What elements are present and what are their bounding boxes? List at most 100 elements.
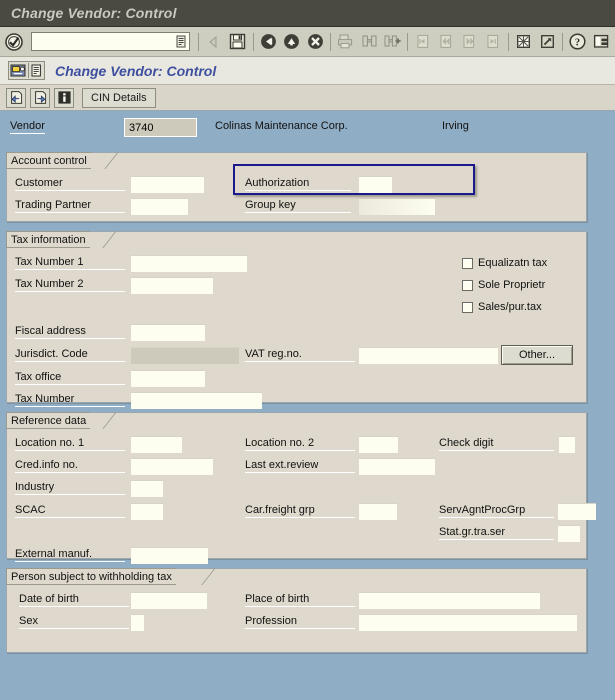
equalizatn-tax-label: Equalizatn tax	[478, 257, 548, 269]
external-manuf-label: External manuf.	[15, 548, 125, 562]
sales-pur-tax-label: Sales/pur.tax	[478, 301, 542, 313]
fiscal-address-field[interactable]	[131, 324, 205, 341]
enter-check-icon[interactable]	[3, 31, 24, 53]
new-session-icon[interactable]	[513, 31, 534, 53]
command-field[interactable]	[31, 32, 190, 51]
create-shortcut-icon[interactable]	[537, 31, 558, 53]
exit-icon[interactable]	[281, 31, 302, 53]
sex-field[interactable]	[131, 614, 144, 631]
sole-proprietr-checkbox[interactable]	[462, 280, 473, 291]
cin-details-button[interactable]: CIN Details	[82, 87, 156, 108]
svg-text:?: ?	[575, 37, 580, 48]
group-key-field[interactable]	[359, 198, 435, 215]
date-of-birth-field[interactable]	[131, 592, 207, 609]
window-title: Change Vendor: Control	[11, 5, 177, 21]
next-screen-icon[interactable]	[30, 87, 50, 108]
customer-label: Customer	[15, 177, 125, 191]
toolbar-divider	[508, 32, 510, 51]
tax-information-caption: Tax information	[6, 231, 90, 248]
withholding-tax-caption-notch	[199, 568, 215, 585]
cancel-icon[interactable]	[304, 31, 325, 53]
stat-gr-tra-ser-label: Stat.gr.tra.ser	[439, 526, 554, 540]
account-control-caption: Account control	[6, 152, 91, 169]
reference-data-group: Reference data Location no. 1 Location n…	[6, 412, 596, 564]
help-icon[interactable]: ?	[567, 31, 588, 53]
toolbar-divider	[407, 32, 409, 51]
location-no-1-field[interactable]	[131, 436, 182, 453]
vat-reg-no-field[interactable]	[359, 347, 498, 364]
toolbar-divider	[329, 32, 331, 51]
program-icon-group	[8, 61, 45, 80]
other-button[interactable]: Other...	[501, 345, 573, 365]
toolbar-divider	[197, 32, 199, 51]
first-page-icon	[412, 31, 433, 53]
customize-layout-icon[interactable]	[591, 31, 612, 53]
back-icon[interactable]	[258, 31, 279, 53]
application-toolbar: CIN Details	[0, 85, 615, 111]
command-input[interactable]	[35, 34, 176, 49]
vendor-master-icon	[9, 63, 28, 79]
tax-number-1-label: Tax Number 1	[15, 256, 125, 270]
toolbar-divider	[562, 32, 564, 51]
jurisdiction-code-field[interactable]	[131, 347, 239, 364]
sex-label: Sex	[19, 615, 129, 629]
previous-page-icon	[436, 31, 457, 53]
authorization-field[interactable]	[359, 176, 392, 193]
previous-screen-icon[interactable]	[6, 87, 26, 108]
profession-field[interactable]	[359, 614, 577, 631]
external-manuf-field[interactable]	[131, 547, 208, 564]
tax-information-caption-notch	[100, 231, 116, 248]
account-control-caption-notch	[102, 152, 118, 169]
location-no-2-field[interactable]	[359, 436, 398, 453]
vat-reg-no-label: VAT reg.no.	[245, 348, 355, 362]
program-title-bar: Change Vendor: Control	[0, 57, 615, 85]
find-icon[interactable]	[358, 31, 379, 53]
authorization-label: Authorization	[245, 177, 351, 191]
vendor-header-row: Vendor 3740 Colinas Maintenance Corp. Ir…	[0, 116, 615, 140]
vendor-label: Vendor	[10, 120, 45, 134]
tax-number-1-field[interactable]	[131, 255, 247, 272]
last-ext-review-label: Last ext.review	[245, 459, 355, 473]
check-digit-field[interactable]	[559, 436, 575, 453]
car-freight-grp-field[interactable]	[359, 503, 397, 520]
stat-gr-tra-ser-field[interactable]	[558, 525, 580, 542]
reference-data-caption-notch	[100, 412, 116, 429]
find-next-icon[interactable]	[382, 31, 403, 53]
sales-pur-tax-checkbox[interactable]	[462, 302, 473, 313]
sole-proprietr-label: Sole Proprietr	[478, 279, 546, 291]
tax-number-field[interactable]	[131, 392, 262, 409]
vendor-number-field[interactable]: 3740	[124, 118, 197, 137]
dropdown-arrow-icon	[204, 31, 225, 53]
scac-field[interactable]	[131, 503, 163, 520]
vendor-city-text: Irving	[442, 120, 469, 132]
last-ext-review-field[interactable]	[359, 458, 435, 475]
last-page-icon	[483, 31, 504, 53]
group-key-label: Group key	[245, 199, 351, 213]
equalizatn-tax-checkbox[interactable]	[462, 258, 473, 269]
tax-number-2-field[interactable]	[131, 277, 213, 294]
trading-partner-field[interactable]	[131, 198, 188, 215]
industry-field[interactable]	[131, 480, 163, 497]
customer-field[interactable]	[131, 176, 204, 193]
cred-info-no-field[interactable]	[131, 458, 213, 475]
place-of-birth-field[interactable]	[359, 592, 540, 609]
print-icon[interactable]	[335, 31, 356, 53]
info-icon[interactable]	[54, 87, 74, 108]
profession-label: Profession	[245, 615, 355, 629]
tax-number-label: Tax Number	[15, 393, 125, 407]
place-of-birth-label: Place of birth	[245, 593, 355, 607]
jurisdiction-code-label: Jurisdict. Code	[15, 348, 125, 362]
cred-info-no-label: Cred.info no.	[15, 459, 125, 473]
location-no-1-label: Location no. 1	[15, 437, 125, 451]
vendor-name-text: Colinas Maintenance Corp.	[215, 120, 348, 132]
withholding-tax-group: Person subject to withholding tax Date o…	[6, 568, 587, 653]
serv-agnt-proc-grp-field[interactable]	[558, 503, 596, 520]
tax-office-label: Tax office	[15, 371, 125, 385]
fiscal-address-label: Fiscal address	[15, 325, 125, 339]
toolbar-divider	[252, 32, 254, 51]
save-icon[interactable]	[227, 31, 248, 53]
screen-canvas: Vendor 3740 Colinas Maintenance Corp. Ir…	[0, 111, 615, 695]
command-dropdown-icon[interactable]	[176, 35, 187, 48]
tax-office-field[interactable]	[131, 370, 205, 387]
account-control-group: Account control Customer Trading Partner…	[6, 152, 587, 222]
